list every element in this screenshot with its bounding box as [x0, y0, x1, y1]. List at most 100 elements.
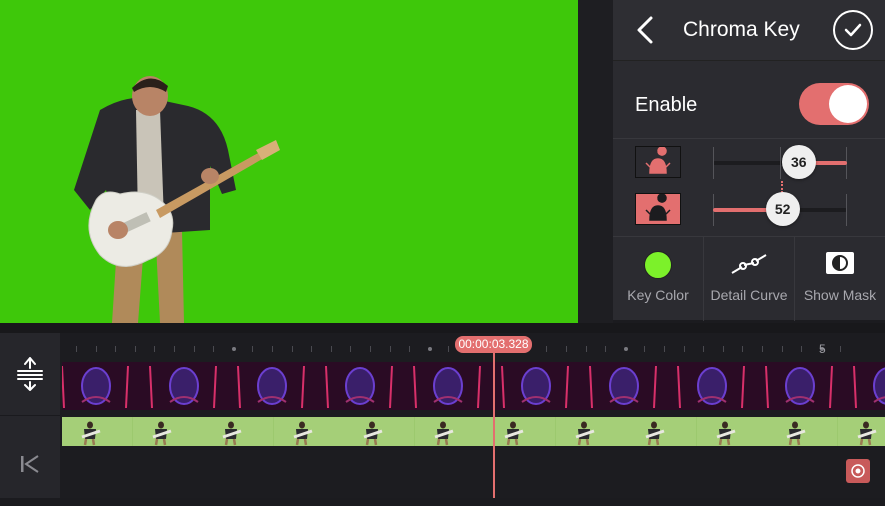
guitarist-figure [60, 70, 290, 323]
effect-thumbnail [62, 362, 140, 410]
timeline-controls [0, 333, 60, 498]
ruler-tick [840, 346, 841, 352]
ruler-tick [76, 346, 77, 352]
ruler-marker: 5 [819, 342, 826, 356]
foreground-key-icon [635, 146, 681, 178]
video-thumbnail [838, 417, 885, 446]
ruler-tick [762, 346, 763, 352]
back-button[interactable] [631, 14, 661, 46]
panel-header: Chroma Key [613, 0, 885, 61]
ruler-tick [292, 346, 293, 352]
preview-divider [578, 0, 613, 323]
background-slider[interactable]: 52 [713, 208, 847, 212]
ruler-tick [135, 346, 136, 352]
effect-thumbnail [492, 362, 580, 410]
effect-thumbnail [316, 362, 404, 410]
video-thumbnail [203, 417, 273, 446]
ruler-tick [272, 346, 273, 352]
video-thumbnail [697, 417, 767, 446]
toggle-knob [829, 85, 867, 123]
ruler-tick [194, 346, 195, 352]
ruler-tick [174, 346, 175, 352]
background-slider-row: 52 [633, 193, 873, 229]
ruler-tick [742, 346, 743, 352]
ruler-tick [782, 346, 783, 352]
ruler-tick [801, 346, 802, 352]
video-thumbnail [133, 417, 203, 446]
effect-thumbnail [228, 362, 316, 410]
ruler-tick [390, 346, 391, 352]
expand-vertical-icon [16, 356, 44, 392]
ruler-major-dot [232, 347, 236, 351]
ruler-tick [586, 346, 587, 352]
skip-start-icon [19, 454, 41, 474]
video-preview [0, 0, 578, 323]
effect-thumbnail [844, 362, 885, 410]
record-button[interactable] [846, 459, 870, 483]
ruler-tick [96, 346, 97, 352]
foreground-slider[interactable]: 36 [713, 161, 847, 165]
ruler-tick [213, 346, 214, 352]
ruler-tick [252, 346, 253, 352]
ruler-tick [350, 346, 351, 352]
ruler-tick [664, 346, 665, 352]
chroma-key-panel: Chroma Key Enable 36 [613, 0, 885, 320]
ruler-major-dot [624, 347, 628, 351]
effect-thumbnail [140, 362, 228, 410]
video-thumbnail [556, 417, 626, 446]
ruler-tick [115, 346, 116, 352]
key-color-icon [644, 251, 672, 279]
foreground-slider-thumb[interactable]: 36 [782, 145, 816, 179]
video-track[interactable] [62, 417, 885, 446]
video-thumbnail [274, 417, 344, 446]
effect-thumbnail [580, 362, 668, 410]
record-icon [850, 463, 866, 479]
back-arrow-icon [631, 14, 661, 46]
ruler-major-dot [428, 347, 432, 351]
detail-curve-icon [730, 251, 768, 282]
playhead[interactable] [493, 350, 495, 498]
key-color-label: Key Color [613, 287, 703, 303]
ruler-tick [723, 346, 724, 352]
video-thumbnail [626, 417, 696, 446]
checkmark-icon [842, 19, 864, 41]
expand-tracks-button[interactable] [0, 333, 60, 416]
detail-curve-button[interactable]: Detail Curve [704, 237, 795, 321]
skip-to-start-button[interactable] [0, 423, 60, 506]
effect-thumbnail [404, 362, 492, 410]
done-button[interactable] [833, 10, 873, 50]
key-color-button[interactable]: Key Color [613, 237, 704, 321]
video-thumbnail [415, 417, 485, 446]
effect-track[interactable] [62, 362, 885, 410]
ruler-tick [605, 346, 606, 352]
ruler-tick [154, 346, 155, 352]
video-thumbnail [485, 417, 555, 446]
show-mask-icon [825, 251, 855, 280]
video-thumbnail [62, 417, 132, 446]
panel-title: Chroma Key [683, 18, 800, 42]
foreground-slider-row: 36 [633, 146, 873, 182]
ruler-tick [684, 346, 685, 352]
chroma-tools: Key Color Detail Curve Show Mask [613, 236, 885, 321]
ruler-tick [546, 346, 547, 352]
enable-row: Enable [613, 60, 885, 139]
ruler-tick [448, 346, 449, 352]
video-thumbnail [344, 417, 414, 446]
enable-label: Enable [635, 94, 697, 117]
show-mask-label: Show Mask [795, 287, 885, 303]
ruler-tick [370, 346, 371, 352]
enable-toggle[interactable] [799, 83, 869, 125]
show-mask-button[interactable]: Show Mask [795, 237, 885, 321]
detail-curve-label: Detail Curve [704, 287, 794, 303]
background-key-icon [635, 193, 681, 225]
effect-thumbnail [668, 362, 756, 410]
current-time-badge[interactable]: 00:00:03.328 [455, 336, 532, 353]
ruler-tick [409, 346, 410, 352]
ruler-tick [644, 346, 645, 352]
ruler-tick [331, 346, 332, 352]
ruler-tick [311, 346, 312, 352]
ruler-tick [703, 346, 704, 352]
background-slider-thumb[interactable]: 52 [766, 192, 800, 226]
effect-thumbnail [756, 362, 844, 410]
video-thumbnail [767, 417, 837, 446]
